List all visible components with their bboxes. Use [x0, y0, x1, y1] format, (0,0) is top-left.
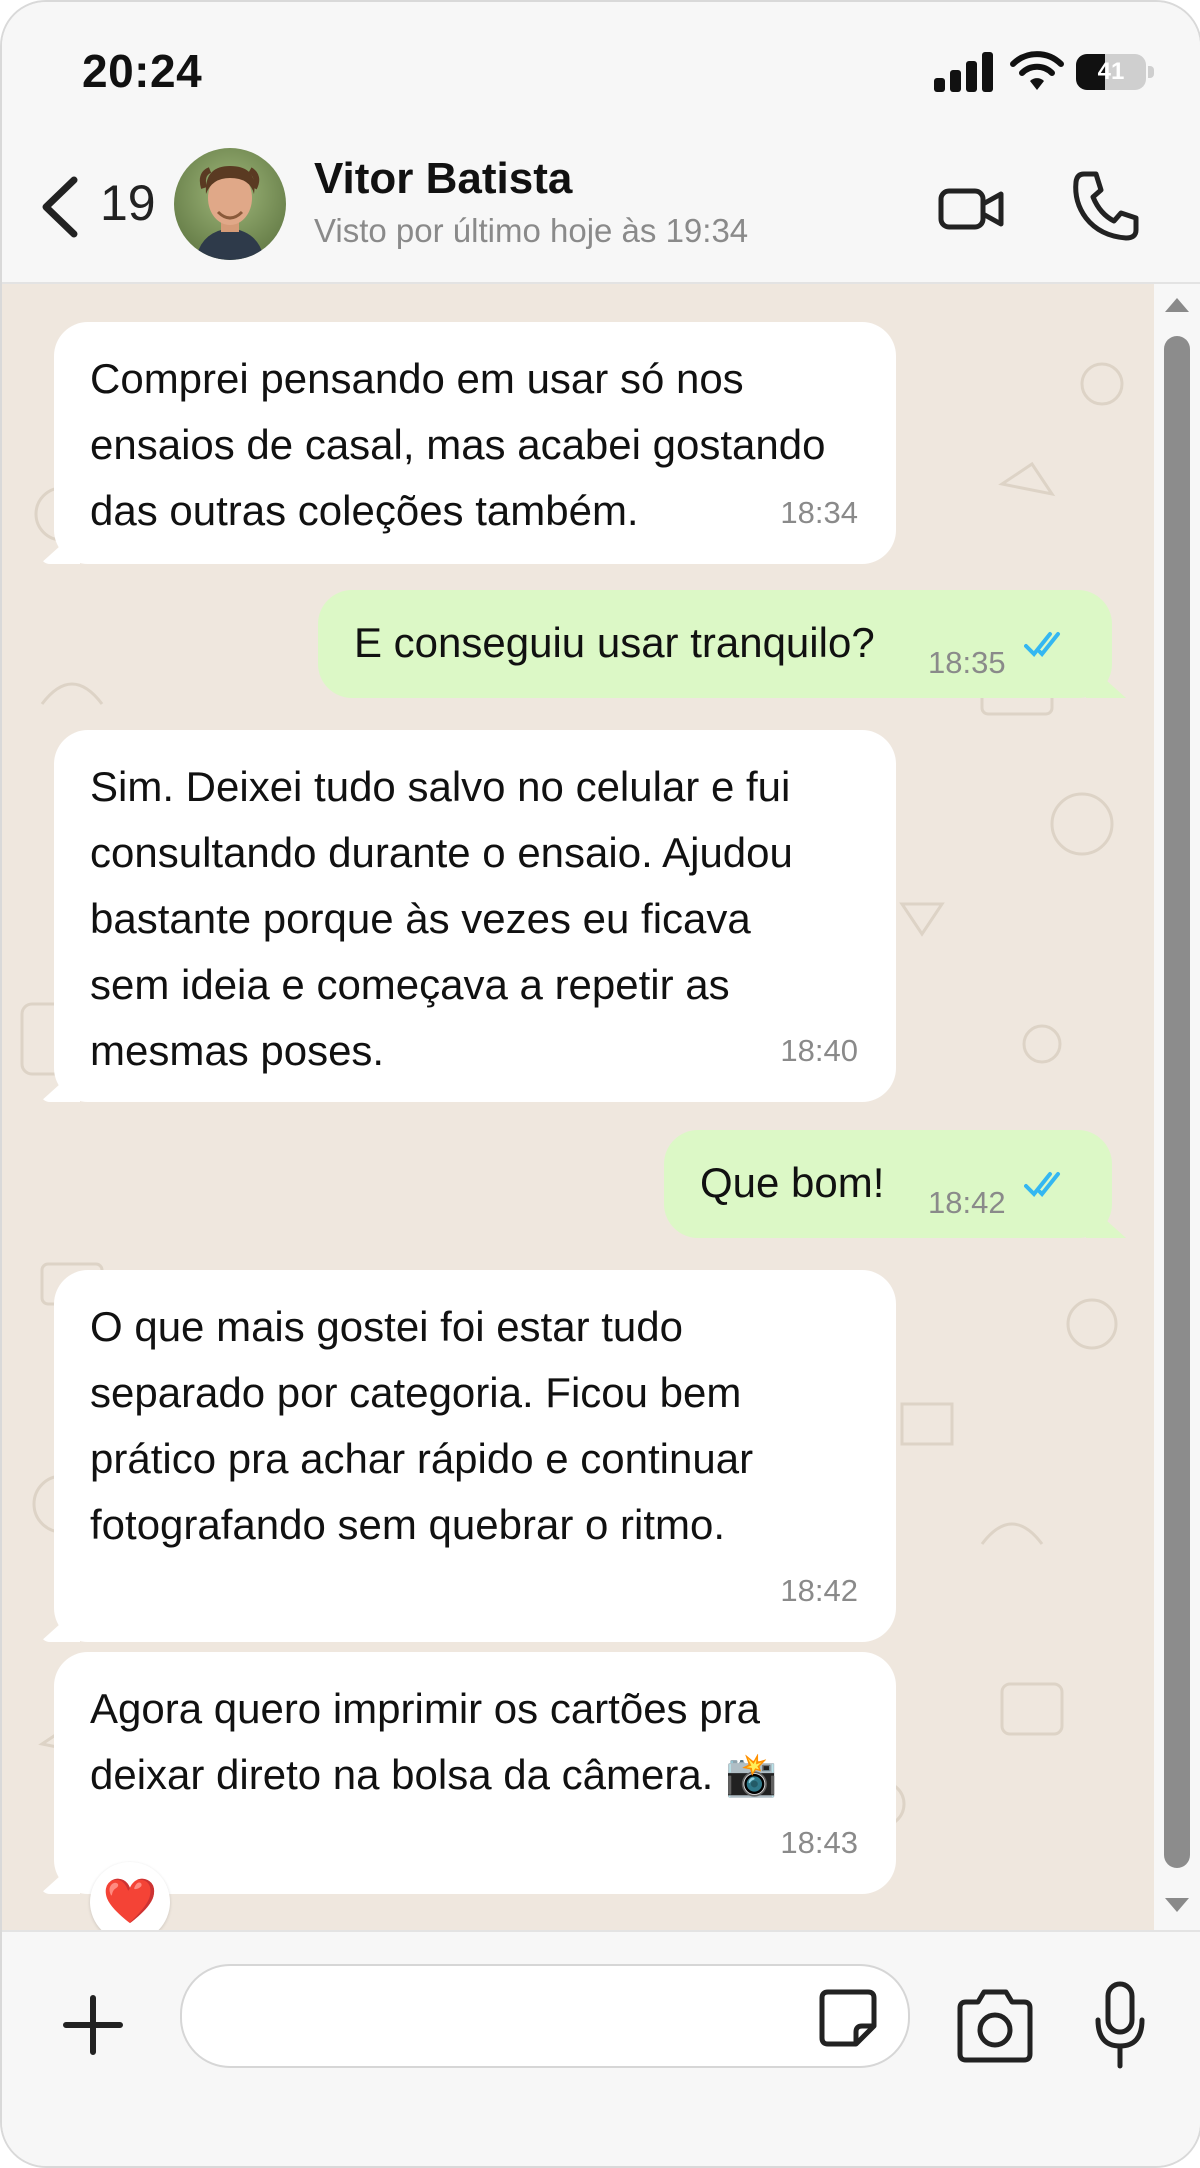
message-time: 18:35: [928, 645, 1006, 680]
scrollbar-thumb[interactable]: [1164, 336, 1190, 1868]
message-bubble-incoming[interactable]: Sim. Deixei tudo salvo no celular e fui …: [54, 730, 896, 1102]
chevron-left-icon: [42, 176, 78, 238]
status-time: 20:24: [82, 45, 203, 97]
phone-icon: [1073, 171, 1139, 241]
chat-scrollbar[interactable]: [1154, 284, 1200, 1930]
message-text: Que bom!: [700, 1159, 885, 1206]
message-bubble-outgoing[interactable]: E conseguiu usar tranquilo? 18:35: [318, 590, 1112, 698]
message-bubble-incoming[interactable]: Comprei pensando em usar só nos ensaios …: [54, 322, 896, 564]
camera-icon: [957, 1989, 1033, 2063]
plus-icon: [63, 1995, 123, 2055]
video-camera-icon: [938, 188, 1004, 230]
last-seen-status: Visto por último hoje às 19:34: [314, 212, 749, 249]
chat-messages-area[interactable]: Comprei pensando em usar só nos ensaios …: [2, 284, 1154, 1930]
message-bubble-outgoing[interactable]: Que bom! 18:42: [664, 1130, 1112, 1238]
microphone-button[interactable]: [1092, 1980, 1148, 2072]
contact-name[interactable]: Vitor Batista: [314, 154, 572, 204]
message-time: 18:42: [780, 1573, 858, 1608]
sticker-button[interactable]: [818, 1988, 878, 2048]
message-text: Agora quero imprimir os cartões pra deix…: [90, 1685, 778, 1798]
message-input-bar: [2, 1930, 1200, 2166]
sticker-icon: [819, 1989, 877, 2047]
read-receipt-icon: [1024, 632, 1060, 657]
message-text-input[interactable]: [212, 1986, 776, 2048]
phone-frame: 20:24 41 19 Vitor Batista Visto por últi…: [0, 0, 1200, 2168]
unread-count: 19: [100, 175, 156, 231]
message-time: 18:40: [780, 1033, 858, 1068]
microphone-icon: [1095, 1981, 1145, 2069]
scroll-down-arrow-icon[interactable]: [1165, 1898, 1189, 1912]
status-bar: 20:24 41: [2, 2, 1200, 132]
message-text: Comprei pensando em usar só nos ensaios …: [90, 355, 826, 534]
chat-header: 19 Vitor Batista Visto por último hoje à…: [2, 132, 1200, 284]
message-time: 18:43: [780, 1825, 858, 1860]
camera-button[interactable]: [952, 1986, 1038, 2066]
video-call-button[interactable]: [937, 174, 1007, 244]
wifi-icon: [1010, 50, 1064, 92]
avatar[interactable]: [174, 148, 286, 260]
message-input[interactable]: [180, 1964, 910, 2068]
battery-icon: 41: [1076, 54, 1154, 90]
message-bubble-incoming[interactable]: Agora quero imprimir os cartões pra deix…: [54, 1652, 896, 1894]
scroll-up-arrow-icon[interactable]: [1165, 298, 1189, 312]
message-bubble-incoming[interactable]: O que mais gostei foi estar tudo separad…: [54, 1270, 896, 1642]
attach-button[interactable]: [60, 1992, 126, 2058]
message-text: O que mais gostei foi estar tudo separad…: [90, 1303, 754, 1548]
read-receipt-icon: [1024, 1172, 1060, 1197]
battery-level: 41: [1097, 58, 1125, 85]
message-time: 18:42: [928, 1185, 1006, 1220]
message-text: E conseguiu usar tranquilo?: [354, 619, 875, 666]
cellular-signal-icon: [934, 52, 994, 92]
message-text: Sim. Deixei tudo salvo no celular e fui …: [90, 763, 793, 1074]
voice-call-button[interactable]: [1070, 168, 1140, 244]
back-button[interactable]: 19: [38, 172, 158, 242]
message-time: 18:34: [780, 495, 858, 530]
